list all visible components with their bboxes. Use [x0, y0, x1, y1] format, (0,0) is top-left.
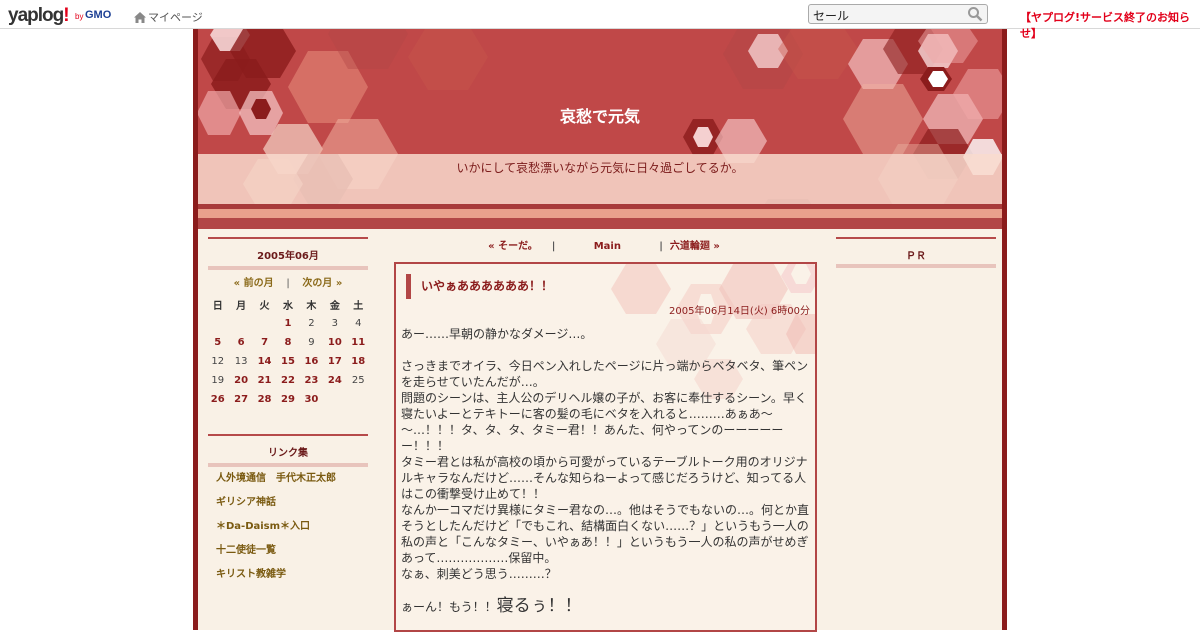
- calendar-day-link[interactable]: 21: [253, 371, 276, 390]
- entry-body: あー……早朝の静かなダメージ…。 さっきまでオイラ、今日ペン入れしたページに片っ…: [401, 326, 813, 615]
- logo-bang: !: [63, 5, 69, 26]
- pr-heading-bar: [836, 264, 996, 268]
- calendar-day-link[interactable]: 10: [323, 333, 346, 352]
- entry-date: 2005年06月14日(火) 6時00分: [669, 306, 810, 317]
- calendar-day-link[interactable]: 23: [300, 371, 323, 390]
- calendar-day: 25: [351, 375, 365, 386]
- next-entry-link[interactable]: 六道輪廻 »: [670, 241, 720, 252]
- calendar-weekday: 金: [329, 301, 340, 312]
- calendar-day: 4: [355, 318, 362, 329]
- yaplog-logo[interactable]: yaplog!: [8, 5, 70, 27]
- links-list: 人外境通信 手代木正太郎 ギリシア神話 ＊Da-Daism＊入口 十二使徒一覧 キリスト…: [216, 469, 336, 589]
- calendar-day: 19: [211, 375, 225, 386]
- links-heading-bar: [208, 463, 368, 467]
- blog-title[interactable]: 哀愁で元気: [198, 103, 1002, 127]
- sidebar-link[interactable]: 人外境通信 手代木正太郎: [216, 469, 336, 493]
- entry-title[interactable]: いやぁああああああ！！: [406, 274, 553, 299]
- search-input[interactable]: [809, 6, 959, 25]
- calendar-day: [323, 390, 346, 409]
- calendar-day-link[interactable]: 27: [229, 390, 252, 409]
- calendar-day-link[interactable]: 17: [323, 352, 346, 371]
- sidebar-link[interactable]: ＊Da-Daism＊入口: [216, 517, 336, 541]
- header-stripe: [198, 209, 1002, 218]
- calendar-heading-bar: [208, 266, 368, 270]
- search-icon[interactable]: [967, 6, 983, 22]
- blog-tagline: いかにして哀愁漂いながら元気に日々過ごしてるか。: [456, 161, 744, 175]
- blog-frame: 哀愁で元気 いかにして哀愁漂いながら元気に日々過ごしてるか。 2005年06月 …: [193, 29, 1007, 632]
- calendar-day-link[interactable]: 8: [276, 333, 299, 352]
- calendar-day-link[interactable]: 1: [276, 314, 299, 333]
- entry-paragraph: タミー君とは私が高校の頃から可愛がっているテーブルトーク用のオリジナルキャラなん…: [401, 455, 808, 501]
- entry-paragraph: なぁ、刺美どう思う………？: [401, 567, 557, 581]
- calendar-day: [253, 314, 276, 333]
- next-month-link[interactable]: 次の月 »: [302, 278, 342, 289]
- prev-month-link[interactable]: « 前の月: [234, 278, 274, 289]
- home-icon: [134, 11, 146, 23]
- calendar-nav-separator: |: [286, 278, 290, 289]
- calendar-weekday: 月: [236, 301, 247, 312]
- header-stripe: [198, 218, 1002, 229]
- sidebar-link[interactable]: 十二使徒一覧: [216, 541, 336, 565]
- calendar-day: 13: [234, 356, 248, 367]
- calendar-weekday: 日: [212, 301, 223, 312]
- sidebar-link[interactable]: ギリシア神話: [216, 493, 336, 517]
- calendar-day-link[interactable]: 24: [323, 371, 346, 390]
- entry-paragraph: 問題のシーンは、主人公のデリヘル嬢の子が、お客に奉仕するシーン。早く寝たいよーと…: [401, 391, 807, 453]
- calendar-day-link[interactable]: 28: [253, 390, 276, 409]
- calendar-day-link[interactable]: 16: [300, 352, 323, 371]
- entry-paragraph: あー……早朝の静かなダメージ…。: [401, 327, 593, 341]
- calendar-day-link[interactable]: 6: [229, 333, 252, 352]
- calendar-day-link[interactable]: 26: [206, 390, 229, 409]
- calendar-day: 12: [211, 356, 225, 367]
- main-link[interactable]: Main: [594, 241, 621, 252]
- entry-paragraph: ぁーん！もう！！寝るぅ！！: [401, 598, 813, 615]
- calendar-nav: « 前の月 | 次の月 »: [208, 274, 368, 289]
- top-bar: yaplog! by GMO マイページ 【ヤプログ!サービス終了のお知らせ】: [0, 0, 1200, 40]
- search-box: [808, 4, 988, 25]
- entry-text: ぁーん！もう！！: [401, 600, 497, 614]
- mypage-label: マイページ: [148, 11, 203, 24]
- calendar-day-link[interactable]: 5: [206, 333, 229, 352]
- calendar-day: 2: [308, 318, 315, 329]
- calendar-day-link[interactable]: 20: [229, 371, 252, 390]
- calendar-weekday: 木: [306, 301, 317, 312]
- blog-header: 哀愁で元気 いかにして哀愁漂いながら元気に日々過ごしてるか。: [198, 29, 1002, 229]
- entry-nav: « そーだ。 | Main | 六道輪廻 »: [393, 237, 815, 252]
- calendar-day-link[interactable]: 22: [276, 371, 299, 390]
- entry-nav-separator: |: [659, 241, 663, 252]
- calendar-weekday: 土: [353, 301, 364, 312]
- calendar-day-link[interactable]: 18: [347, 352, 370, 371]
- calendar-weekday: 火: [259, 301, 270, 312]
- calendar-weekday: 水: [282, 301, 293, 312]
- sidebar-link[interactable]: キリスト教雑学: [216, 565, 336, 589]
- entry-nav-separator: |: [551, 241, 556, 252]
- logo-text: yaplog: [8, 5, 64, 26]
- entry-paragraph: さっきまでオイラ、今日ペン入れしたページに片っ端からベタベタ、筆ペンを走らせてい…: [401, 359, 809, 389]
- calendar-day-link[interactable]: 15: [276, 352, 299, 371]
- prev-entry-link[interactable]: « そーだ。: [488, 241, 538, 252]
- service-end-notice-link[interactable]: 【ヤプログ!サービス終了のお知らせ】: [1020, 9, 1200, 41]
- calendar-day-link[interactable]: 30: [300, 390, 323, 409]
- calendar-day: [206, 314, 229, 333]
- blog-entry: いやぁああああああ！！ 2005年06月14日(火) 6時00分 あー……早朝の…: [394, 262, 817, 632]
- logo-by: by: [75, 12, 84, 21]
- calendar-day: [347, 390, 370, 409]
- entry-large-text: 寝るぅ！！: [496, 596, 582, 616]
- mypage-link[interactable]: マイページ: [134, 9, 203, 25]
- calendar-day-link[interactable]: 29: [276, 390, 299, 409]
- calendar-day-link[interactable]: 14: [253, 352, 276, 371]
- calendar-day: 3: [331, 318, 338, 329]
- calendar-day-link[interactable]: 11: [347, 333, 370, 352]
- calendar-day-link[interactable]: 7: [253, 333, 276, 352]
- gmo-logo[interactable]: GMO: [85, 9, 111, 21]
- entry-paragraph: なんか一コマだけ異様にタミー君なの…。他はそうでもないの…。何とか直そうとしたん…: [401, 503, 810, 565]
- calendar-day: 9: [308, 337, 315, 348]
- calendar-table: 日月火水木金土 1 2 3 4 5 6 7 8 9 10 11 12 13 14 15 16 17 18 19 20 21…: [206, 295, 370, 409]
- calendar-day: [229, 314, 252, 333]
